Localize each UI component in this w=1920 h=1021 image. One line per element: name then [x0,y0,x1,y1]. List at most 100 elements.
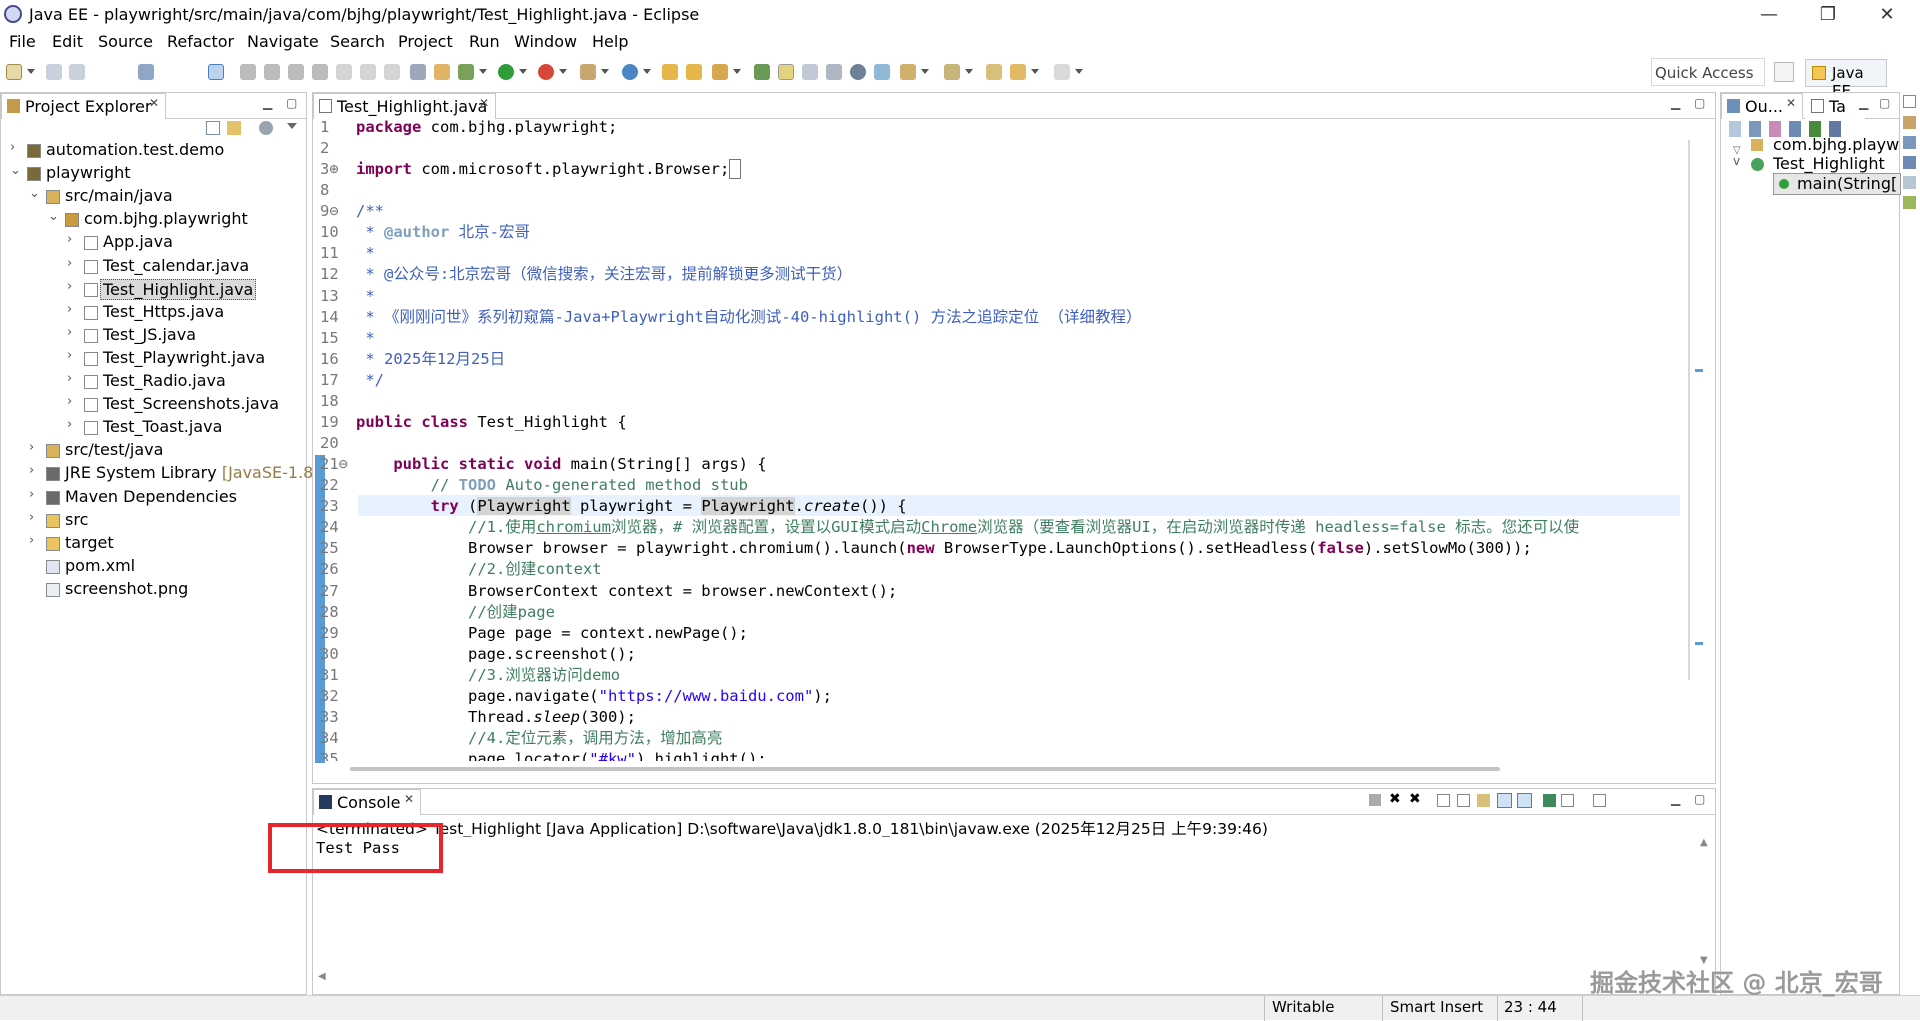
scroll-lock-icon[interactable] [1437,794,1450,807]
code-line[interactable]: 32 page.navigate("https://www.baidu.com"… [320,686,1675,707]
last-edit-icon[interactable] [986,64,1002,80]
step-into-icon[interactable] [336,64,352,80]
code-line[interactable]: 10 * @author 北京-宏哥 [320,222,1675,243]
minimize-icon[interactable]: ▁ [1859,96,1868,110]
menu-refactor[interactable]: Refactor [167,32,234,51]
new-server-icon[interactable] [622,64,638,80]
save-icon[interactable] [46,64,62,80]
minimize-icon[interactable]: ▁ [1671,792,1680,806]
collapse-all-icon[interactable] [206,121,220,135]
perspective-icon[interactable] [874,64,890,80]
save-all-icon[interactable] [69,64,85,80]
close-icon[interactable]: ✕ [149,96,159,110]
console-scroll-left-icon[interactable]: ◀ [318,971,326,982]
resume-icon[interactable] [240,64,256,80]
coverage-icon[interactable] [538,64,554,80]
terminate-icon[interactable] [1369,794,1381,806]
open-resource-icon[interactable] [686,64,702,80]
clear-console-icon[interactable] [1477,794,1490,807]
tree-item[interactable]: ⌄ com.bjhg.playwright [1,209,306,232]
tree-item[interactable]: › Test_Highlight.java [1,278,306,302]
outline-method[interactable]: main(String[ [1773,173,1901,195]
code-line[interactable]: 25 Browser browser = playwright.chromium… [320,538,1675,559]
code-line[interactable]: 28 //创建page [320,602,1675,623]
code-line[interactable]: 20 [320,433,1675,454]
task-list-icon[interactable] [1903,136,1916,149]
overview-marker[interactable] [1695,369,1703,372]
chevron-down-icon[interactable]: ⌄ [48,209,59,224]
open-perspective-icon[interactable] [1774,62,1794,82]
code-line[interactable]: 1 package com.bjhg.playwright; [320,117,1675,138]
minimize-icon[interactable]: ▁ [1671,96,1680,110]
menu-file[interactable]: File [9,32,36,51]
code-line[interactable]: 19 public class Test_Highlight { [320,412,1675,433]
editor-horizontal-scrollbar[interactable] [330,765,1680,773]
chevron-right-icon[interactable]: › [29,510,34,525]
new-icon[interactable] [6,64,22,80]
code-line[interactable]: 23 try (Playwright playwright = Playwrig… [320,496,1675,517]
overview-marker[interactable] [1695,642,1703,645]
chevron-right-icon[interactable]: › [67,232,72,247]
tree-item[interactable]: › src [1,510,306,533]
chevron-right-icon[interactable]: › [10,140,15,155]
minimize-icon[interactable]: ▁ [263,96,272,110]
tree-item[interactable]: › automation.test.demo [1,140,306,163]
external-tools-icon[interactable] [580,64,596,80]
debug-icon[interactable] [458,64,474,80]
code-line[interactable]: 13 * [320,286,1675,307]
properties-icon[interactable] [1903,156,1916,169]
step-over-icon[interactable] [360,64,376,80]
tab-console[interactable]: Console ✕ [313,789,421,815]
chevron-right-icon[interactable]: › [29,487,34,502]
maximize-icon[interactable]: ▢ [286,96,297,110]
tree-item[interactable]: › Test_Screenshots.java [1,394,306,417]
next-annotation-icon[interactable] [900,64,916,80]
outline-icon[interactable] [1903,116,1916,129]
tab-project-explorer[interactable]: Project Explorer ✕ [1,93,166,119]
chevron-right-icon[interactable]: › [67,325,72,340]
forward-icon[interactable] [1054,64,1070,80]
chevron-right-icon[interactable]: › [29,463,34,478]
tree-item[interactable]: › Test_Playwright.java [1,348,306,371]
menu-run[interactable]: Run [469,32,500,51]
chevron-right-icon[interactable]: › [67,256,72,271]
previous-annotation-icon[interactable] [944,64,960,80]
show-whitespace-icon[interactable] [802,64,818,80]
servers-icon[interactable] [1903,176,1916,189]
remove-launch-icon[interactable]: ✖ [1389,791,1401,807]
suspend-icon[interactable] [264,64,280,80]
minimize-button[interactable]: — [1754,3,1784,27]
skip-breakpoints-icon[interactable] [208,64,224,80]
chevron-right-icon[interactable]: › [67,279,72,294]
code-line[interactable]: 26 //2.创建context [320,559,1675,580]
menu-source[interactable]: Source [98,32,153,51]
menu-navigate[interactable]: Navigate [247,32,319,51]
annotation-icon[interactable] [754,64,770,80]
code-line[interactable]: 18 [320,391,1675,412]
close-icon[interactable]: ✕ [1786,96,1796,110]
filter-icon[interactable] [259,121,273,135]
tree-item[interactable]: › JRE System Library [JavaSE-1.8] [1,463,320,486]
tree-item[interactable]: › Test_Radio.java [1,371,306,394]
menu-help[interactable]: Help [592,32,628,51]
code-line[interactable]: 11 * [320,243,1675,264]
code-line[interactable]: 29 Page page = context.newPage(); [320,623,1675,644]
snippets-icon[interactable] [1903,196,1916,209]
tree-item[interactable]: › Test_calendar.java [1,256,306,279]
tree-item[interactable]: › src/test/java [1,440,306,463]
drop-to-frame-icon[interactable] [410,64,426,80]
code-line[interactable]: 34 //4.定位元素，调用方法，增加高亮 [320,728,1675,749]
tree-item[interactable]: › Test_JS.java [1,325,306,348]
code-line[interactable]: 2 [320,138,1675,159]
tree-item[interactable]: ⌄ playwright [1,163,306,186]
tab-task-list[interactable]: Ta [1805,93,1865,119]
code-line[interactable]: 30 page.screenshot(); [320,644,1675,665]
tree-item[interactable]: ⌄ src/main/java [1,186,306,209]
run-icon[interactable] [498,64,514,80]
show-stderr-icon[interactable] [1517,793,1532,808]
code-line[interactable]: 3⊕ import com.microsoft.playwright.Browse… [320,159,1675,180]
open-console-icon[interactable] [1593,794,1606,807]
highlight-occurrences-icon[interactable] [778,64,794,80]
step-return-icon[interactable] [384,64,400,80]
menu-search[interactable]: Search [330,32,385,51]
